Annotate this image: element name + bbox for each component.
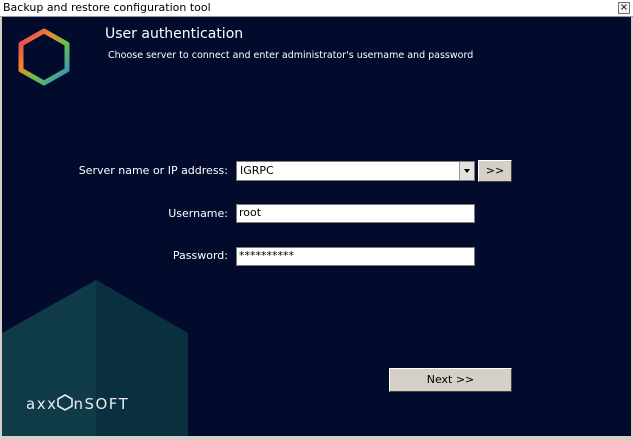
brand-prefix: axx [26, 395, 58, 413]
brand-suffix: nSOFT [73, 395, 130, 413]
password-label: Password: [172, 249, 228, 262]
app-window: Backup and restore configuration tool × … [0, 0, 633, 440]
password-input[interactable]: ********** [236, 247, 475, 266]
server-select[interactable]: IGRPC [236, 161, 475, 181]
close-icon: × [619, 2, 629, 13]
wizard-panel: User authentication Choose server to con… [2, 17, 631, 436]
browse-servers-button[interactable]: >> [478, 160, 512, 182]
brand-logo: axx nSOFT [26, 394, 129, 413]
window-title: Backup and restore configuration tool [3, 1, 211, 14]
hexagon-logo-icon [18, 28, 70, 86]
page-subtitle: Choose server to connect and enter admin… [108, 50, 474, 61]
next-button[interactable]: Next >> [389, 368, 512, 392]
background-hexagon-decoration [2, 280, 188, 436]
username-label: Username: [168, 207, 228, 220]
chevron-down-icon[interactable] [459, 162, 474, 180]
server-select-value: IGRPC [240, 164, 274, 177]
window-bottom-border [0, 436, 633, 440]
page-title: User authentication [105, 26, 244, 42]
brand-hexagon-icon [57, 394, 74, 411]
close-button[interactable]: × [618, 2, 630, 14]
server-label: Server name or IP address: [78, 164, 228, 177]
username-input[interactable]: root [236, 204, 475, 223]
title-bar[interactable]: Backup and restore configuration tool × [0, 0, 633, 17]
